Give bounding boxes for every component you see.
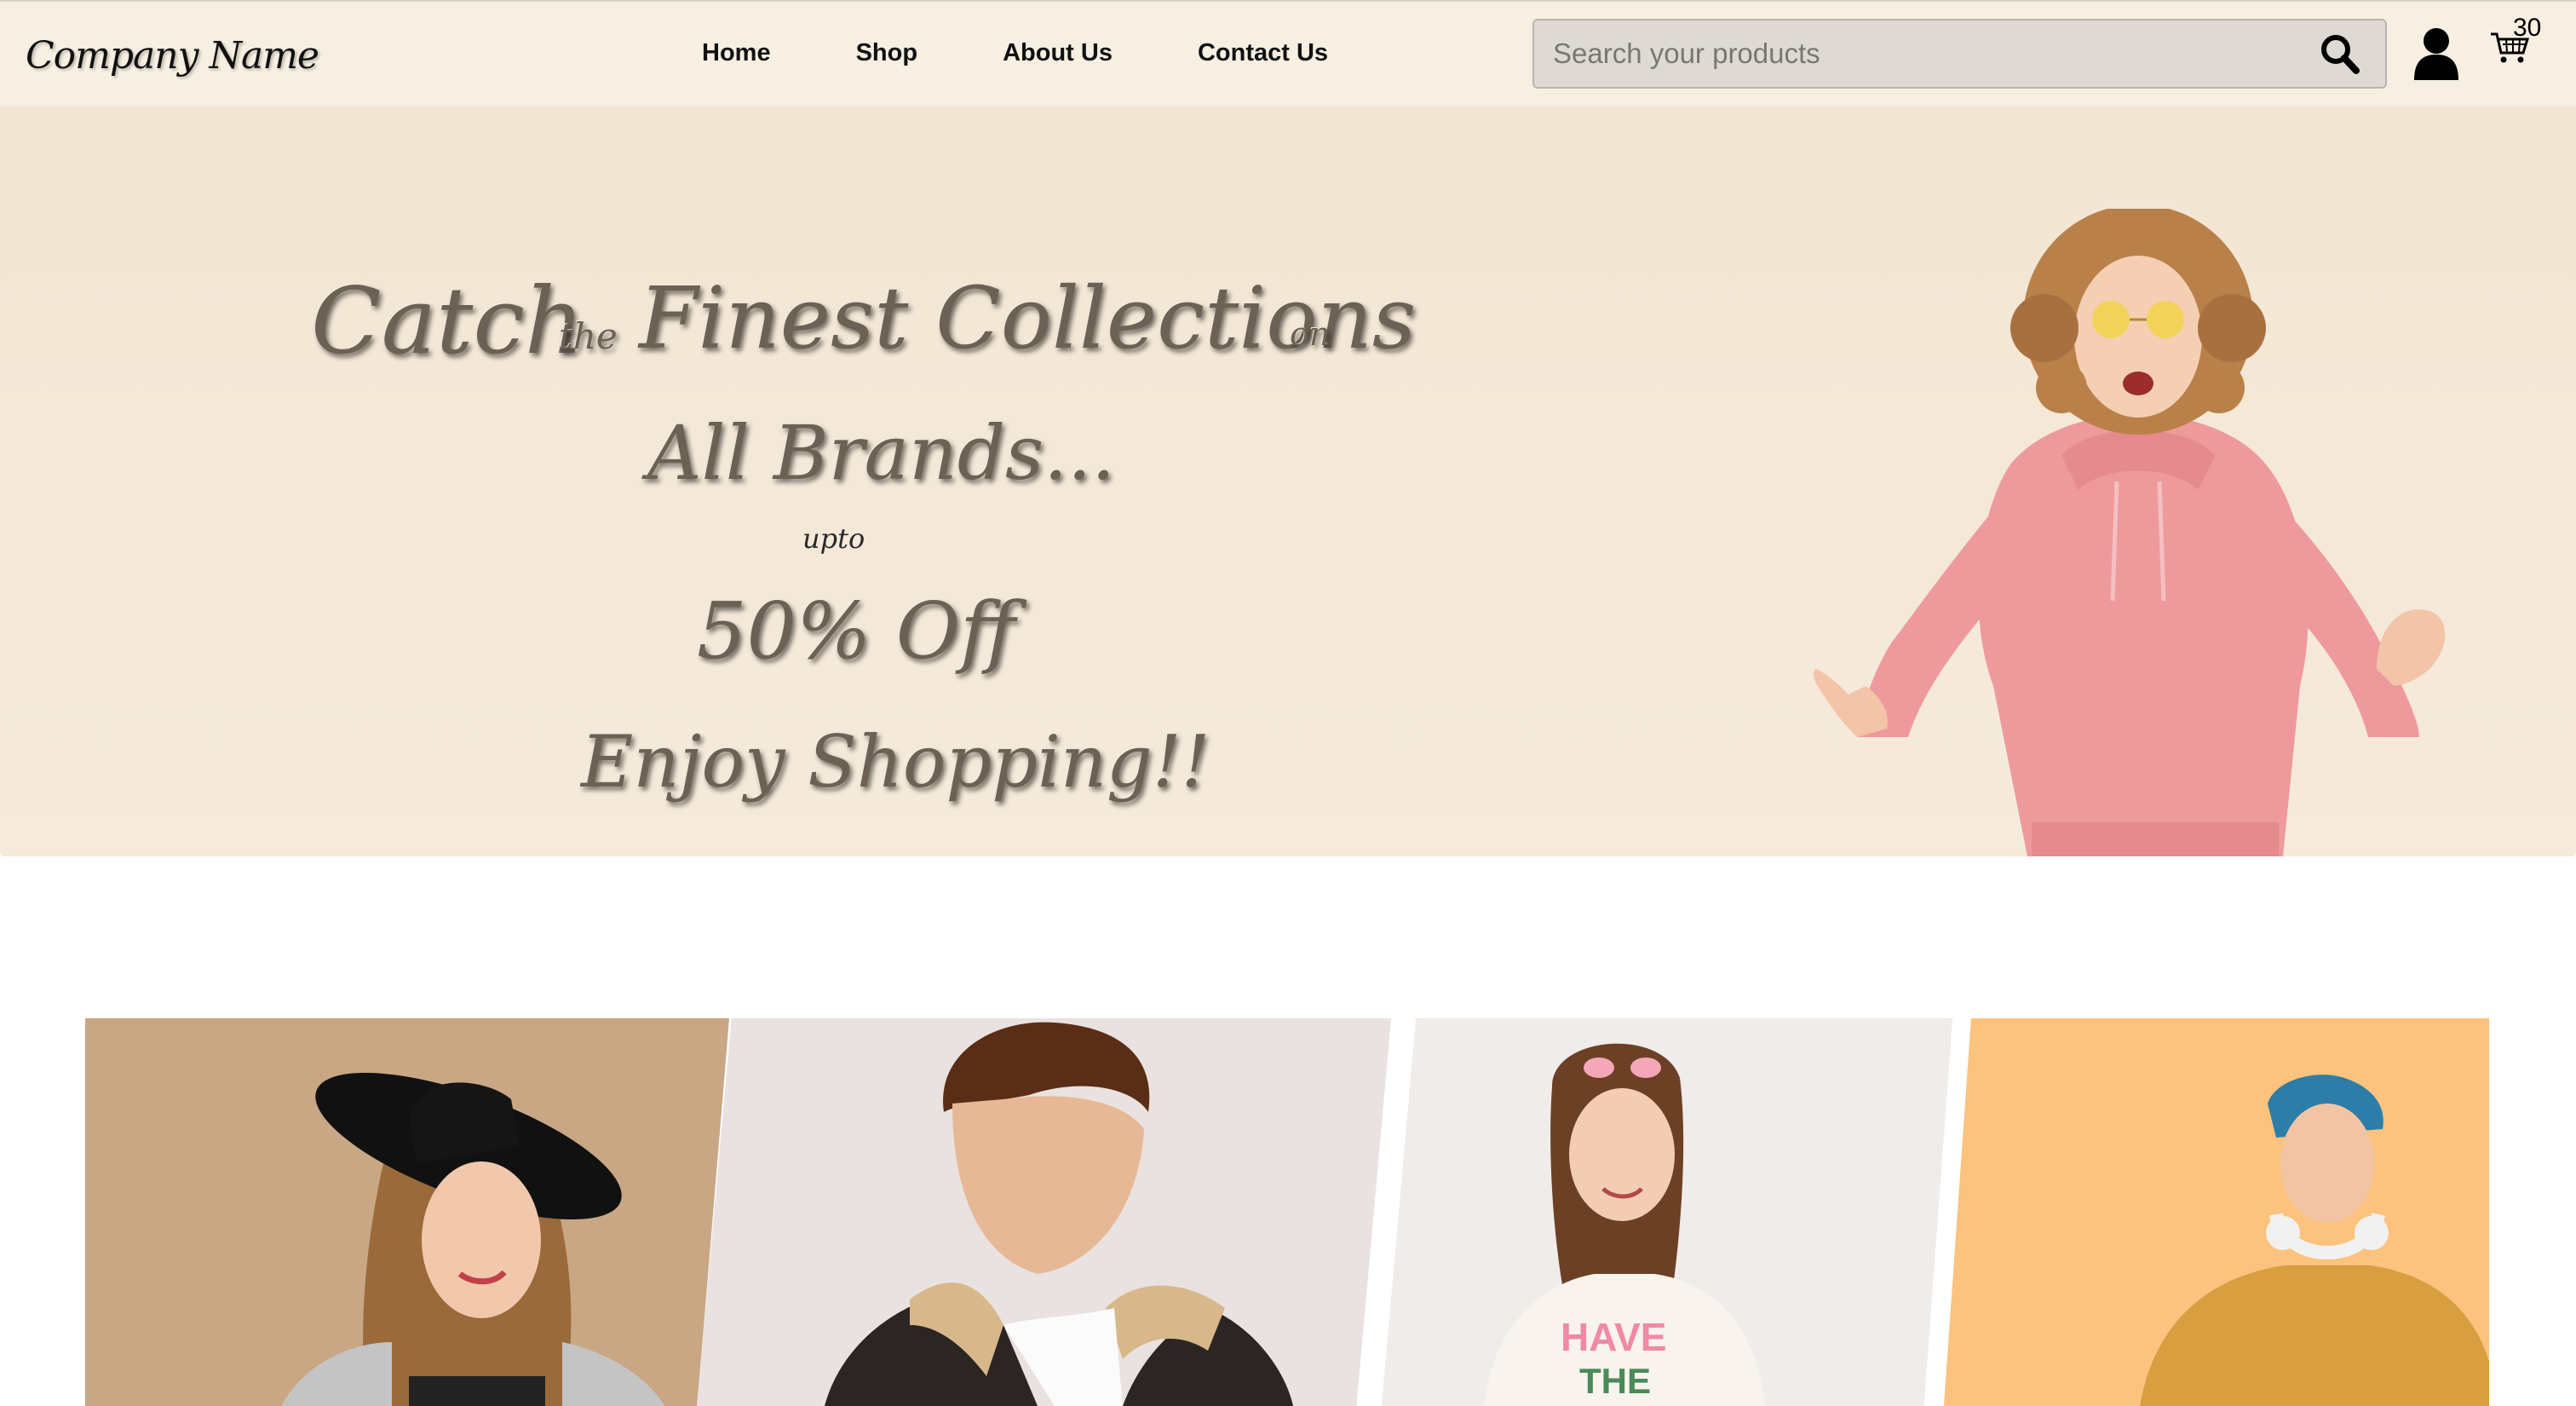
hero-headline-on: on xyxy=(1290,315,1331,353)
nav-contact-link[interactable]: Contact Us xyxy=(1198,39,1328,67)
hero-model-image xyxy=(1813,209,2446,856)
cart-count-badge: 30 xyxy=(2513,14,2542,42)
brand-logo[interactable]: Company Name xyxy=(26,34,319,78)
nav-links: Home Shop About Us Contact Us xyxy=(702,39,1413,67)
men-model-image xyxy=(697,1018,1391,1406)
hero-headline-the: the xyxy=(559,315,618,357)
category-strip: HAVE THE xyxy=(0,1018,2576,1406)
hero-tagline: Enjoy Shopping!! xyxy=(581,720,1210,804)
category-card-boys[interactable] xyxy=(1944,1018,2489,1406)
hero-upto-text: upto xyxy=(802,522,865,555)
hero-discount-text: 50% Off xyxy=(697,585,1016,677)
nav-shop-link[interactable]: Shop xyxy=(856,39,918,67)
user-icon[interactable] xyxy=(2411,26,2462,80)
category-card-men[interactable] xyxy=(697,1018,1391,1406)
nav-home-link[interactable]: Home xyxy=(702,39,771,67)
category-card-women[interactable] xyxy=(85,1018,729,1406)
search-input[interactable] xyxy=(1553,20,2303,87)
hero-headline-brands: All Brands... xyxy=(647,409,1116,497)
search-icon[interactable] xyxy=(2317,31,2363,77)
girl-model-image: HAVE THE xyxy=(1382,1018,1952,1406)
category-card-girls[interactable]: HAVE THE xyxy=(1382,1018,1952,1406)
nav-about-link[interactable]: About Us xyxy=(1003,39,1113,67)
women-model-image xyxy=(85,1018,729,1406)
boy-model-image xyxy=(1944,1018,2489,1406)
svg-text:THE: THE xyxy=(1579,1361,1651,1401)
hero-headline-catch: Catch xyxy=(311,268,584,375)
svg-text:HAVE: HAVE xyxy=(1561,1315,1666,1359)
search-bar xyxy=(1532,19,2387,89)
navbar: Company Name Home Shop About Us Contact … xyxy=(0,0,2576,107)
hero-banner: Catch the Finest Collections on All Bran… xyxy=(0,107,2576,856)
